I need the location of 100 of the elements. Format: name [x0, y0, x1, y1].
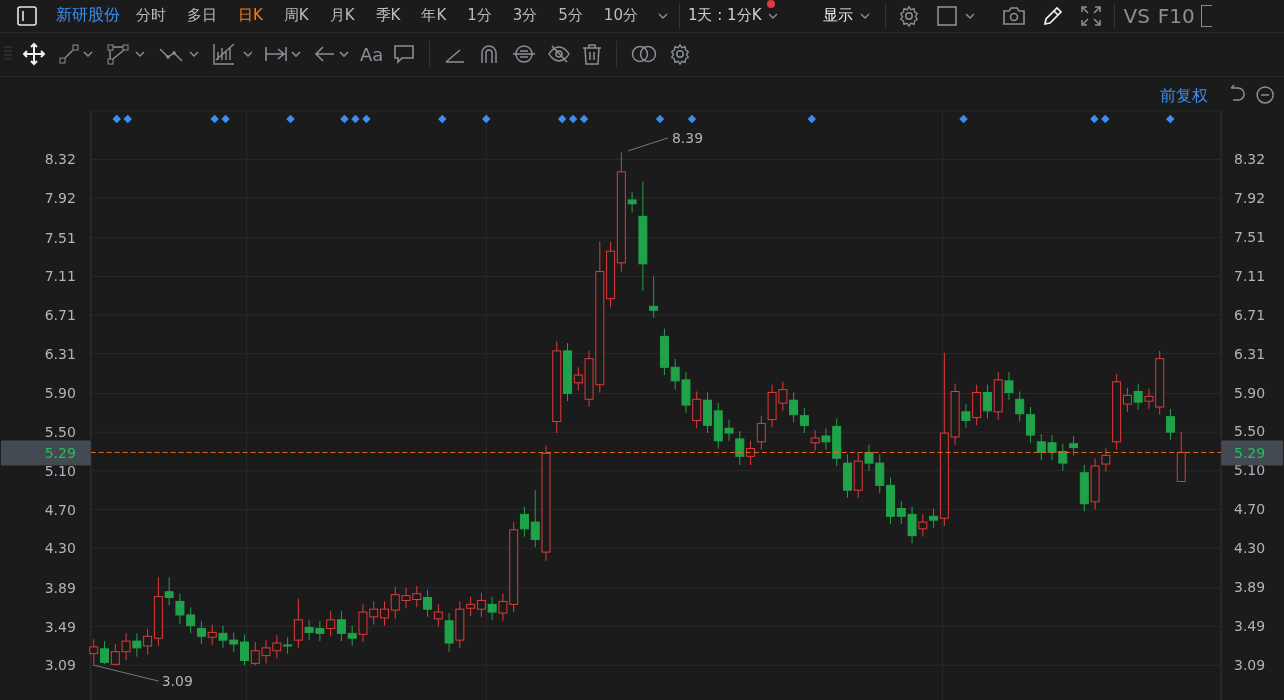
price-axis-label: 5.50	[44, 424, 76, 440]
collapse-icon[interactable]	[1256, 86, 1274, 104]
candlestick	[746, 440, 756, 466]
price-axis-label: 5.90	[1234, 384, 1266, 401]
undo-icon[interactable]	[1230, 84, 1245, 101]
candlestick	[207, 624, 217, 646]
notification-dot	[767, 0, 776, 9]
adjust-mode-link[interactable]: 前复权	[1160, 85, 1209, 105]
low-price-annotation: 3.09	[93, 664, 193, 689]
price-axis-label: 5.50	[1234, 423, 1266, 440]
candlestick	[164, 576, 174, 606]
compare-button[interactable]: VS	[1119, 3, 1154, 28]
grid-tool-icon[interactable]	[212, 42, 252, 67]
period-tab[interactable]: 分时	[128, 6, 174, 26]
candlestick	[326, 610, 336, 637]
candlestick	[132, 632, 142, 657]
price-axis-label: 6.31	[44, 345, 76, 362]
square-icon[interactable]	[936, 4, 959, 27]
settings-icon[interactable]	[898, 4, 921, 27]
camera-icon[interactable]	[1002, 4, 1027, 27]
fullscreen-icon[interactable]	[1080, 4, 1103, 27]
price-axis-label: 6.71	[44, 306, 76, 323]
pencil-icon[interactable]	[1042, 4, 1065, 27]
price-axis-label: 4.30	[44, 540, 76, 557]
period-tab[interactable]: 5分	[550, 6, 591, 26]
current-price-label: 5.29	[0, 440, 91, 466]
f10-button[interactable]: F10	[1153, 3, 1199, 28]
candlestick	[240, 633, 250, 666]
line-tool-icon[interactable]	[58, 43, 94, 66]
candlestick	[100, 640, 110, 665]
candlestick	[487, 595, 497, 621]
candlestick	[466, 595, 476, 617]
price-axis-label: 7.51	[1234, 228, 1266, 245]
period-tab[interactable]: 日K	[230, 6, 271, 26]
candlestick	[143, 627, 153, 656]
candlestick	[196, 620, 206, 645]
candlestick	[433, 603, 443, 627]
period-tab[interactable]: 10分	[595, 6, 646, 26]
candlestick	[929, 507, 939, 529]
candlestick	[1101, 447, 1111, 473]
candlestick	[692, 390, 702, 429]
price-axis-label: 3.89	[1234, 579, 1266, 596]
candlestick	[347, 625, 357, 647]
price-axis-label: 6.71	[1234, 306, 1266, 323]
candlestick	[423, 589, 433, 618]
price-axis-label: 3.89	[44, 579, 76, 596]
period-tab[interactable]: 年K	[413, 6, 455, 26]
price-axis-label: 7.11	[1234, 267, 1266, 284]
period-tab[interactable]: 周K	[275, 6, 317, 26]
candlestick	[1122, 387, 1132, 413]
price-axis-label: 4.70	[1234, 501, 1266, 518]
candlestick	[293, 597, 303, 649]
display-dropdown[interactable]: 显示	[819, 6, 882, 26]
price-axis-label: 7.92	[44, 189, 76, 206]
candlestick	[961, 403, 971, 429]
candlestick	[918, 513, 928, 538]
candlestick	[756, 415, 766, 450]
stock-name[interactable]: 新研股份	[56, 5, 120, 27]
candlestick	[1069, 435, 1079, 456]
candlestick	[810, 429, 820, 451]
polygon-tool-icon[interactable]	[106, 43, 146, 66]
candlestick	[627, 191, 637, 213]
price-axis-label: 4.70	[44, 501, 76, 518]
price-axis-label: 6.31	[1234, 345, 1266, 362]
price-axis-label: 8.32	[44, 151, 76, 168]
candlestick	[89, 638, 99, 666]
candlestick	[476, 592, 486, 618]
candlestick	[1004, 371, 1014, 401]
move-icon[interactable]	[22, 42, 46, 67]
period-tab[interactable]: 月K	[321, 6, 363, 26]
price-axis-label: 3.49	[44, 618, 76, 635]
price-axis-label: 8.32	[1234, 150, 1266, 167]
current-price-label: 5.29	[1221, 440, 1284, 466]
candlestick	[789, 391, 799, 423]
text-tool-button[interactable]: Aa	[360, 43, 384, 65]
candlestick	[519, 506, 529, 538]
price-axis-label: 7.51	[44, 229, 76, 246]
comment-icon[interactable]	[393, 43, 416, 66]
candlestick	[735, 430, 745, 466]
price-axis-label: 3.49	[1234, 618, 1266, 635]
candlestick	[1165, 408, 1175, 441]
candlestick	[1015, 390, 1025, 422]
price-axis-label: 7.92	[1234, 189, 1266, 206]
overlap-circles-icon[interactable]	[631, 44, 658, 65]
price-axis-label: 3.09	[44, 657, 76, 674]
candlestick	[530, 489, 540, 548]
period-tab[interactable]: 3分	[504, 6, 546, 26]
sidebar-toggle-icon[interactable]	[16, 4, 38, 27]
candlestick	[982, 384, 992, 419]
candlestick	[649, 275, 659, 319]
price-axis-label: 5.90	[44, 385, 76, 402]
candlestick	[799, 407, 809, 434]
trash-icon[interactable]	[582, 43, 603, 66]
period-tab[interactable]: 多日	[179, 6, 225, 26]
period-tab[interactable]: 季K	[367, 6, 409, 26]
high-price-annotation: 8.39	[627, 129, 704, 152]
settings-icon[interactable]	[669, 43, 692, 66]
period-tab[interactable]: 1分	[459, 6, 500, 26]
candlestick	[379, 600, 389, 627]
price-axis-label: 3.09	[1234, 657, 1266, 674]
